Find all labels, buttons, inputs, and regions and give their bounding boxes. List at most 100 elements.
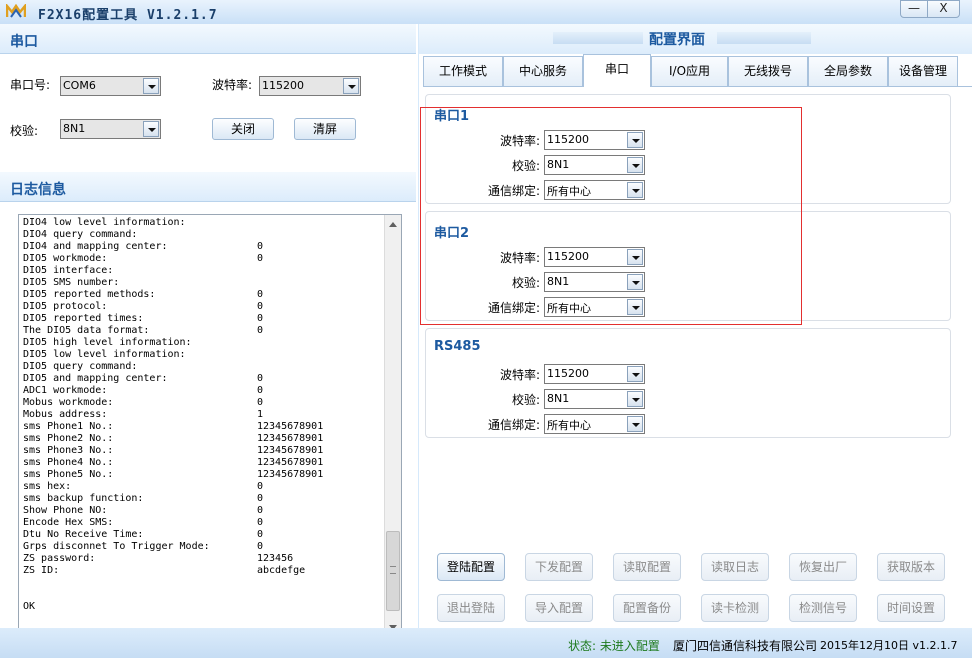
action-button[interactable]: 登陆配置 [437,553,505,581]
log-line: sms Phone5 No.: 12345678901 [23,469,383,481]
clear-screen-button[interactable]: 清屏 [294,118,356,140]
log-value: 0 [257,313,264,324]
log-value: 0 [257,397,264,408]
log-value: 0 [257,493,264,504]
scroll-up-icon[interactable] [389,222,397,227]
log-value: 0 [257,241,264,252]
baud-select[interactable]: 115200 [259,76,361,96]
action-button[interactable]: 导入配置 [525,594,593,622]
log-key: DIO4 query command: [23,229,138,240]
action-button[interactable]: 配置备份 [613,594,681,622]
log-key: ZS password: [23,553,96,564]
scrollbar-thumb[interactable] [386,531,400,611]
header-decoration [553,32,643,44]
tab-1[interactable]: 工作模式 [423,56,503,86]
log-value: 0 [257,481,264,492]
app-logo-icon [6,4,26,18]
tab-5[interactable]: 无线拨号 [728,56,808,86]
log-line: Encode Hex SMS: 0 [23,517,383,529]
tab-4[interactable]: I/O应用 [651,56,728,86]
log-key: ADC1 workmode: [23,385,108,396]
log-value: 0 [257,373,264,384]
chevron-down-icon[interactable] [627,416,643,432]
minimize-button[interactable]: — [900,0,928,18]
action-button[interactable]: 时间设置 [877,594,945,622]
parity-label: 校验: [511,393,540,407]
header-decoration [717,32,811,44]
chevron-down-icon[interactable] [343,78,359,94]
baud-label: 波特率: [499,368,540,382]
chevron-down-icon[interactable] [627,366,643,382]
action-button[interactable]: 读取配置 [613,553,681,581]
log-value: 12345678901 [257,445,324,456]
log-key: The DIO5 data format: [23,325,150,336]
action-button[interactable]: 读卡检测 [701,594,769,622]
log-line: Grps disconnet To Trigger Mode: 0 [23,541,383,553]
log-value: 12345678901 [257,433,324,444]
log-value: 0 [257,385,264,396]
baud-select[interactable]: 115200 [544,364,645,384]
company-name: 厦门四信通信科技有限公司 [673,639,818,653]
action-button[interactable]: 检测信号 [789,594,857,622]
log-key: OK [23,601,36,612]
log-line: DIO5 high level information: [23,337,383,349]
log-value: 12345678901 [257,421,324,432]
log-line: DIO4 and mapping center: 0 [23,241,383,253]
action-button[interactable]: 获取版本 [877,553,945,581]
bind-select[interactable]: 所有中心 [544,414,645,434]
log-line: DIO4 low level information: [23,217,383,229]
log-key: sms backup function: [23,493,144,504]
log-key: ZS ID: [23,565,60,576]
tab-2[interactable]: 中心服务 [503,56,583,86]
config-title: 配置界面 [649,32,705,48]
tab-6[interactable]: 全局参数 [808,56,888,86]
log-key: sms hex: [23,481,72,492]
bind-value: 所有中心 [547,419,591,432]
log-line: DIO5 reported methods: 0 [23,289,383,301]
chevron-down-icon[interactable] [143,121,159,137]
log-key: DIO5 high level information: [23,337,192,348]
window-title: F2X16配置工具 V1.2.1.7 [38,8,218,23]
serial-group-3: RS485 波特率: 115200 校验: 8N1 通信绑定: 所有中心 [425,328,951,438]
log-line: DIO5 protocol: 0 [23,301,383,313]
log-key: Mobus address: [23,409,108,420]
log-value: 0 [257,289,264,300]
log-scrollbar[interactable] [384,215,401,637]
chevron-down-icon[interactable] [143,78,159,94]
log-line: Dtu No Receive Time: 0 [23,529,383,541]
chevron-down-icon[interactable] [627,391,643,407]
log-line: ZS password: 123456 [23,553,383,565]
config-header: 配置界面 [419,24,972,54]
port-select[interactable]: COM6 [60,76,161,96]
log-section-header: 日志信息 [0,172,416,202]
log-key: DIO5 protocol: [23,301,108,312]
close-window-button[interactable]: X [927,0,960,18]
serial-section-title: 串口 [10,34,38,50]
group-title: RS485 [434,339,481,354]
close-port-button[interactable]: 关闭 [212,118,274,140]
parity-select[interactable]: 8N1 [544,389,645,409]
parity-select[interactable]: 8N1 [60,119,161,139]
log-textarea[interactable]: DIO4 low level information: DIO4 query co… [18,214,402,638]
log-lines: DIO4 low level information: DIO4 query co… [23,217,383,613]
highlight-box [420,107,802,325]
log-line: ZS ID: abcdefge [23,565,383,577]
log-key: sms Phone5 No.: [23,469,114,480]
action-button[interactable]: 读取日志 [701,553,769,581]
status-bar: 状态: 未进入配置 厦门四信通信科技有限公司 2015年12月10日 v1.2.… [0,628,972,658]
bind-label: 通信绑定: [487,418,540,432]
log-line: DIO4 query command: [23,229,383,241]
log-value: abcdefge [257,565,306,576]
log-key: DIO4 and mapping center: [23,241,168,252]
log-key: DIO5 interface: [23,265,114,276]
log-key: DIO5 and mapping center: [23,373,168,384]
action-button[interactable]: 退出登陆 [437,594,505,622]
log-key: Grps disconnet To Trigger Mode: [23,541,210,552]
action-button[interactable]: 下发配置 [525,553,593,581]
action-button[interactable]: 恢复出厂 [789,553,857,581]
log-line: ADC1 workmode: 0 [23,385,383,397]
tab-7[interactable]: 设备管理 [888,56,958,86]
tab-3[interactable]: 串口 [583,54,651,87]
log-value: 0 [257,301,264,312]
log-key: Encode Hex SMS: [23,517,114,528]
